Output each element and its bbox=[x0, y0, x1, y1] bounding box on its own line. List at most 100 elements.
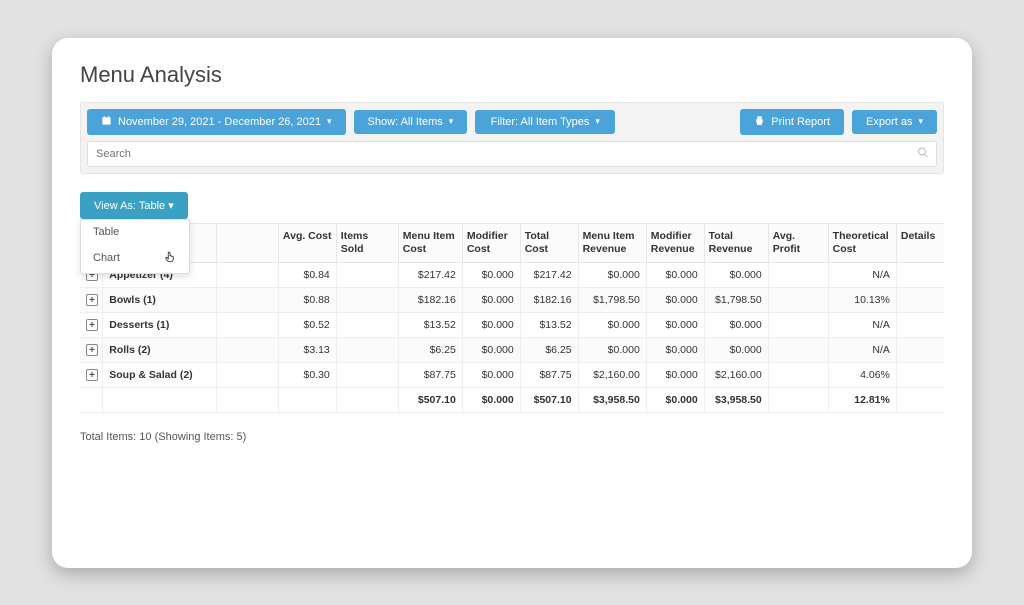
cell-items-sold bbox=[336, 287, 398, 312]
search-icon bbox=[917, 146, 929, 161]
table-row: +Desserts (1)$0.52$13.52$0.000$13.52$0.0… bbox=[80, 312, 944, 337]
total-modifier-cost: $0.000 bbox=[462, 387, 520, 412]
view-option-table[interactable]: Table bbox=[81, 220, 189, 244]
expand-cell[interactable]: + bbox=[80, 312, 103, 337]
print-label: Print Report bbox=[771, 116, 830, 128]
cell-avg-profit bbox=[768, 362, 828, 387]
page-title: Menu Analysis bbox=[80, 62, 944, 88]
cell-menu-item: Bowls (1) bbox=[103, 287, 217, 312]
toolbar: November 29, 2021 - December 26, 2021 ▾ … bbox=[80, 102, 944, 174]
view-option-chart[interactable]: Chart bbox=[81, 244, 189, 273]
cell-theoretical-cost: 4.06% bbox=[828, 362, 896, 387]
col-theoretical-cost[interactable]: Theoretical Cost bbox=[828, 223, 896, 262]
export-label: Export as bbox=[866, 116, 912, 128]
export-button[interactable]: Export as ▾ bbox=[852, 110, 937, 134]
total-total-revenue: $3,958.50 bbox=[704, 387, 768, 412]
cell-menu-item-cost: $87.75 bbox=[398, 362, 462, 387]
col-menu-item-revenue[interactable]: Menu Item Revenue bbox=[578, 223, 646, 262]
col-total-cost[interactable]: Total Cost bbox=[520, 223, 578, 262]
cell-details bbox=[896, 312, 944, 337]
cell-theoretical-cost: 10.13% bbox=[828, 287, 896, 312]
cell-avg-profit bbox=[768, 337, 828, 362]
cell-menu-item-cost: $13.52 bbox=[398, 312, 462, 337]
cell-modifier-cost: $0.000 bbox=[462, 262, 520, 287]
summary-line: Total Items: 10 (Showing Items: 5) bbox=[80, 431, 944, 443]
total-theoretical-cost: 12.81% bbox=[828, 387, 896, 412]
cell-total-cost: $6.25 bbox=[520, 337, 578, 362]
col-menu-item-cost[interactable]: Menu Item Cost bbox=[398, 223, 462, 262]
cell-avg-profit bbox=[768, 287, 828, 312]
view-as-button[interactable]: View As: Table ▾ bbox=[80, 192, 188, 219]
print-report-button[interactable]: Print Report bbox=[740, 109, 844, 135]
table-row: +Appetizer (4)$0.84$217.42$0.000$217.42$… bbox=[80, 262, 944, 287]
cell-items-sold bbox=[336, 337, 398, 362]
type-filter-label: Filter: All Item Types bbox=[491, 116, 590, 128]
cell-details bbox=[896, 262, 944, 287]
cell-avg-cost: $3.13 bbox=[278, 337, 336, 362]
cell-total-cost: $217.42 bbox=[520, 262, 578, 287]
col-details[interactable]: Details bbox=[896, 223, 944, 262]
total-menu-item-revenue: $3,958.50 bbox=[578, 387, 646, 412]
print-icon bbox=[754, 115, 765, 129]
cell-menu-item: Rolls (2) bbox=[103, 337, 217, 362]
expand-cell[interactable]: + bbox=[80, 287, 103, 312]
cell-avg-cost: $0.84 bbox=[278, 262, 336, 287]
cell-total-revenue: $1,798.50 bbox=[704, 287, 768, 312]
totals-row: $507.10 $0.000 $507.10 $3,958.50 $0.000 … bbox=[80, 387, 944, 412]
view-as-label: View As: Table bbox=[94, 200, 165, 212]
cell-menu-item-revenue: $0.000 bbox=[578, 262, 646, 287]
cell-total-revenue: $0.000 bbox=[704, 312, 768, 337]
cell-menu-item-cost: $217.42 bbox=[398, 262, 462, 287]
chevron-down-icon: ▾ bbox=[449, 116, 454, 127]
cell-menu-item: Soup & Salad (2) bbox=[103, 362, 217, 387]
total-total-cost: $507.10 bbox=[520, 387, 578, 412]
cell-details bbox=[896, 362, 944, 387]
cell-menu-item-cost: $6.25 bbox=[398, 337, 462, 362]
cell-avg-profit bbox=[768, 312, 828, 337]
cell-avg-cost: $0.52 bbox=[278, 312, 336, 337]
chevron-down-icon: ▾ bbox=[595, 116, 600, 127]
cell-modifier-revenue: $0.000 bbox=[646, 262, 704, 287]
col-items-sold[interactable]: Items Sold bbox=[336, 223, 398, 262]
show-filter-button[interactable]: Show: All Items ▾ bbox=[354, 110, 468, 134]
expand-cell[interactable]: + bbox=[80, 362, 103, 387]
chevron-down-icon: ▾ bbox=[327, 116, 332, 127]
cell-total-revenue: $0.000 bbox=[704, 262, 768, 287]
view-option-label: Table bbox=[93, 226, 119, 238]
cell-modifier-cost: $0.000 bbox=[462, 287, 520, 312]
date-range-button[interactable]: November 29, 2021 - December 26, 2021 ▾ bbox=[87, 109, 346, 135]
cell-menu-item-revenue: $0.000 bbox=[578, 337, 646, 362]
plus-icon: + bbox=[86, 319, 98, 331]
chevron-down-icon: ▾ bbox=[918, 116, 923, 127]
col-blank bbox=[216, 223, 278, 262]
app-window: Menu Analysis November 29, 2021 - Decemb… bbox=[52, 38, 972, 568]
plus-icon: + bbox=[86, 294, 98, 306]
menu-analysis-table: + Menu Item ▲2 Avg. Cost Items Sold Menu… bbox=[80, 223, 944, 413]
search-wrap bbox=[87, 141, 937, 167]
cursor-hand-icon bbox=[163, 250, 177, 267]
col-total-revenue[interactable]: Total Revenue bbox=[704, 223, 768, 262]
data-table-wrap: + Menu Item ▲2 Avg. Cost Items Sold Menu… bbox=[80, 223, 944, 413]
cell-menu-item-revenue: $0.000 bbox=[578, 312, 646, 337]
col-avg-profit[interactable]: Avg. Profit bbox=[768, 223, 828, 262]
col-avg-cost[interactable]: Avg. Cost bbox=[278, 223, 336, 262]
col-modifier-revenue[interactable]: Modifier Revenue bbox=[646, 223, 704, 262]
calendar-icon bbox=[101, 115, 112, 129]
table-header-row: + Menu Item ▲2 Avg. Cost Items Sold Menu… bbox=[80, 223, 944, 262]
col-modifier-cost[interactable]: Modifier Cost bbox=[462, 223, 520, 262]
cell-modifier-revenue: $0.000 bbox=[646, 312, 704, 337]
plus-icon: + bbox=[86, 344, 98, 356]
cell-total-revenue: $0.000 bbox=[704, 337, 768, 362]
view-option-label: Chart bbox=[93, 252, 120, 264]
cell-items-sold bbox=[336, 262, 398, 287]
show-filter-label: Show: All Items bbox=[368, 116, 443, 128]
cell-modifier-revenue: $0.000 bbox=[646, 362, 704, 387]
type-filter-button[interactable]: Filter: All Item Types ▾ bbox=[475, 110, 615, 134]
cell-modifier-cost: $0.000 bbox=[462, 312, 520, 337]
cell-total-cost: $87.75 bbox=[520, 362, 578, 387]
cell-avg-cost: $0.88 bbox=[278, 287, 336, 312]
expand-cell[interactable]: + bbox=[80, 337, 103, 362]
cell-total-cost: $13.52 bbox=[520, 312, 578, 337]
cell-details bbox=[896, 287, 944, 312]
search-input[interactable] bbox=[87, 141, 937, 167]
